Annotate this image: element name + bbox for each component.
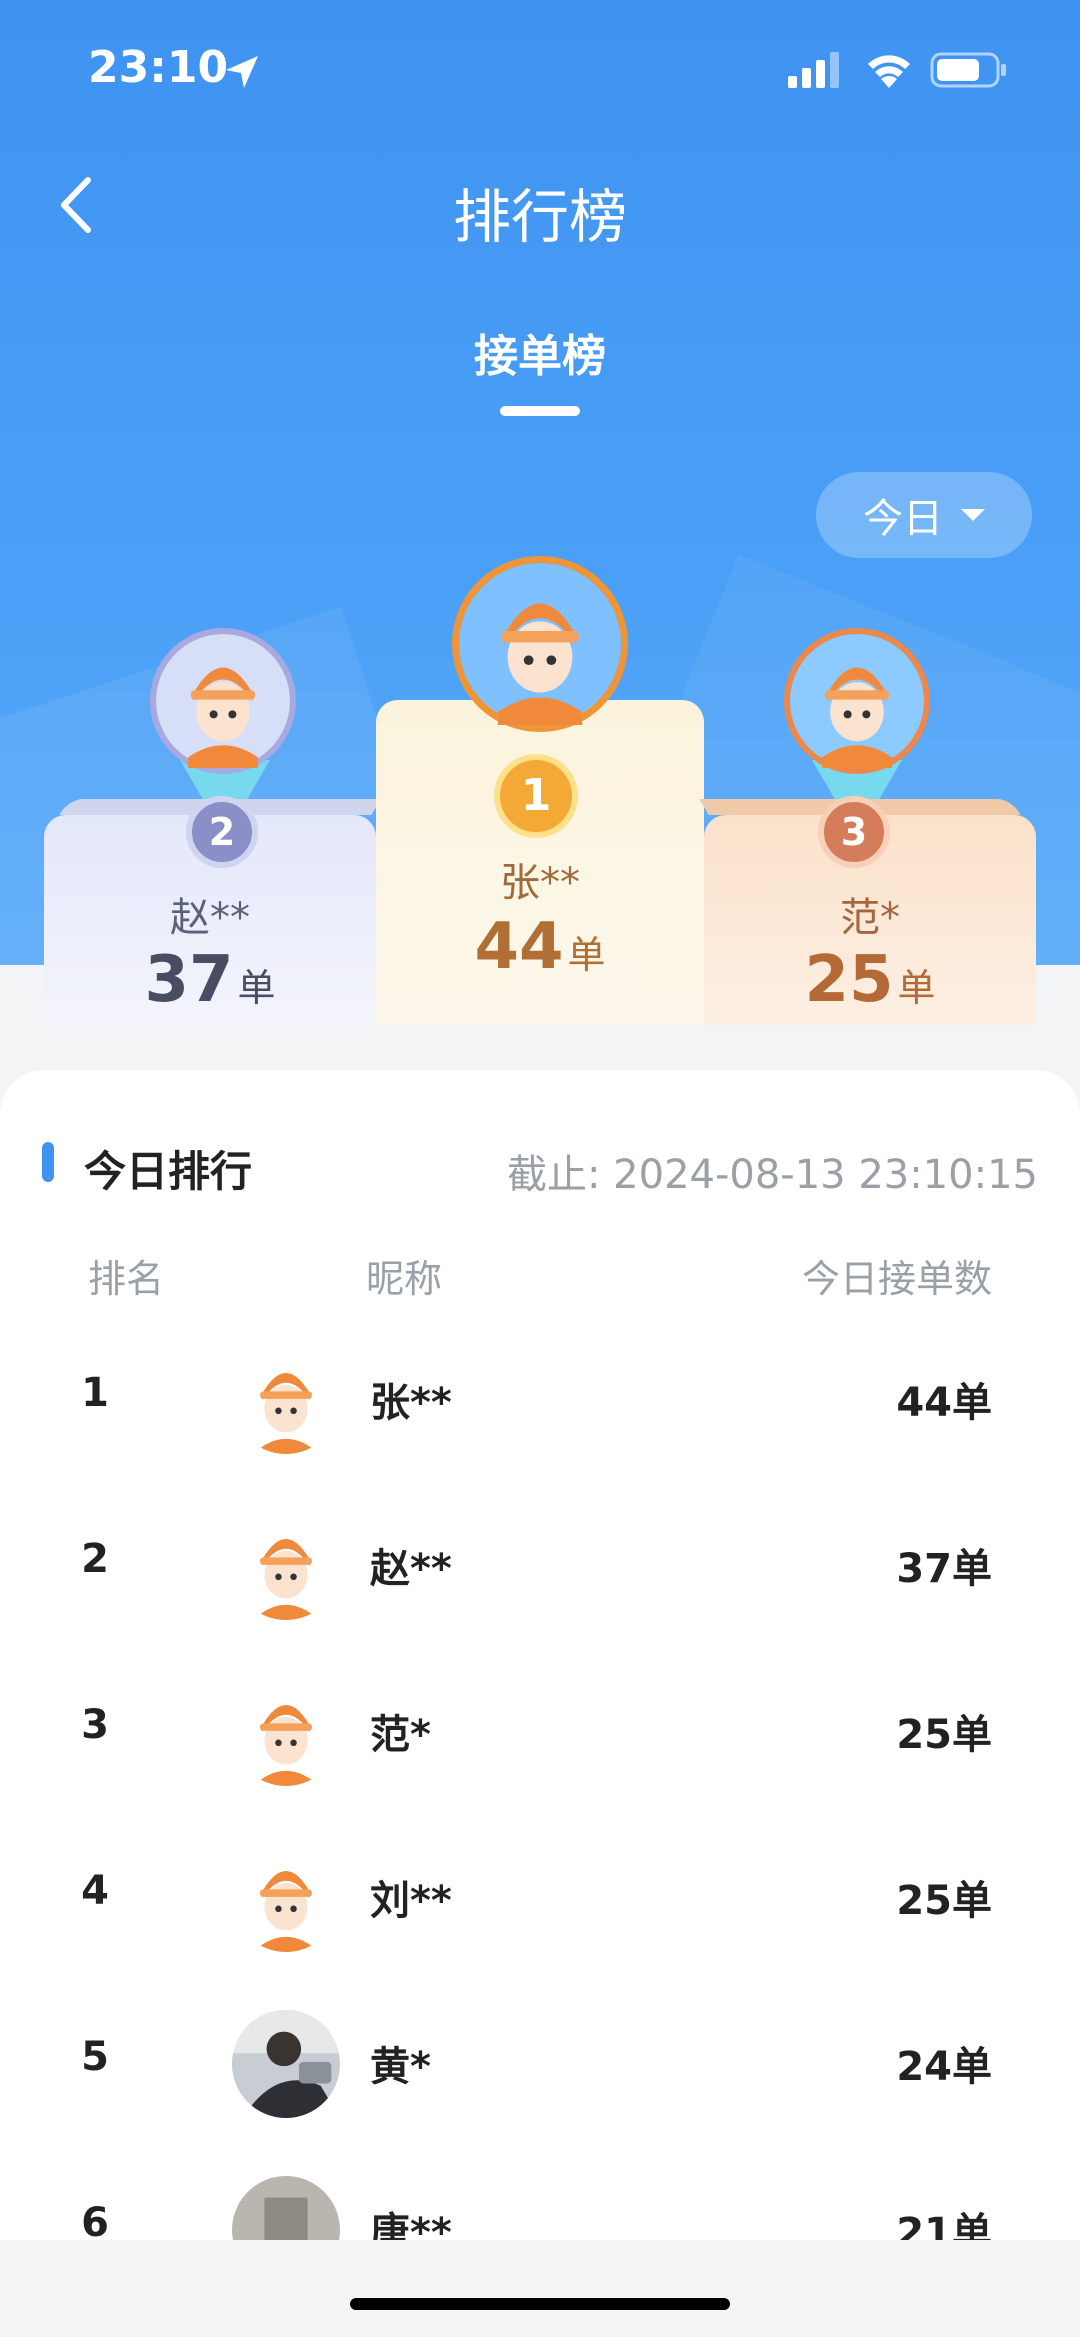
podium-third-avatar[interactable]	[784, 628, 930, 774]
period-dropdown[interactable]: 今日	[816, 472, 1032, 558]
helmet-avatar-icon	[790, 634, 924, 768]
row-name: 范*	[370, 1712, 431, 1758]
podium-first-name: 张**	[500, 860, 580, 906]
row-count: 25单	[896, 1712, 992, 1758]
helmet-avatar-icon	[232, 1346, 340, 1454]
table-row[interactable]: 1 张** 44单	[0, 1320, 1080, 1486]
podium-second-name: 赵**	[170, 895, 250, 941]
podium-first-count: 44 单	[474, 910, 606, 984]
ranking-title: 今日排行	[84, 1147, 253, 1196]
row-count: 24单	[896, 2044, 992, 2090]
table-row[interactable]: 3 范* 25单	[0, 1652, 1080, 1818]
table-row[interactable]: 4 刘** 25单	[0, 1818, 1080, 1984]
caret-down-icon	[961, 509, 985, 521]
table-row[interactable]: 5 黄* 24单	[0, 1984, 1080, 2150]
photo-avatar	[232, 2010, 340, 2118]
row-rank: 1	[81, 1370, 109, 1416]
podium-second-avatar[interactable]	[150, 628, 296, 774]
row-rank: 3	[81, 1702, 109, 1748]
battery-icon	[930, 52, 1006, 88]
tab-order-ranking[interactable]: 接单榜	[0, 320, 1080, 384]
helmet-avatar-icon	[232, 1512, 340, 1620]
home-indicator[interactable]	[350, 2298, 730, 2310]
podium-third-name: 范*	[840, 895, 900, 941]
row-name: 刘**	[370, 1878, 452, 1924]
row-name: 唐**	[370, 2210, 452, 2240]
ranking-card: 今日排行 截止: 2024-08-13 23:10:15 排名 昵称 今日接单数…	[0, 1070, 1080, 2240]
page-title: 排行榜	[452, 183, 627, 251]
wifi-icon	[868, 55, 910, 88]
status-bar: 23:10	[0, 0, 1080, 140]
row-rank: 5	[81, 2034, 109, 2080]
helmet-avatar-icon	[232, 1678, 340, 1786]
table-row[interactable]: 2 赵** 37单	[0, 1486, 1080, 1652]
row-rank: 6	[81, 2200, 109, 2240]
deadline-timestamp: 截止: 2024-08-13 23:10:15	[506, 1152, 1038, 1198]
location-arrow-icon	[226, 56, 258, 88]
podium-first-avatar[interactable]	[452, 556, 628, 732]
row-name: 张**	[370, 1380, 452, 1426]
period-dropdown-label: 今日	[863, 496, 943, 542]
helmet-avatar-icon	[232, 1844, 340, 1952]
row-count: 44单	[896, 1380, 992, 1426]
tab-active-indicator	[500, 406, 580, 416]
podium-third-count: 25 单	[804, 943, 936, 1017]
row-count: 21单	[896, 2210, 992, 2240]
ranking-list: 1 张** 44单 2 赵** 37单 3 范* 25单 4 刘** 25单 5…	[0, 1320, 1080, 2240]
podium-first: 张** 44 单	[376, 700, 704, 1025]
section-accent-bar	[42, 1142, 54, 1182]
row-count: 25单	[896, 1878, 992, 1924]
helmet-avatar-icon	[156, 634, 290, 768]
column-header-count: 今日接单数	[801, 1257, 992, 1301]
status-time: 23:10	[88, 42, 229, 93]
medal-third-icon: 3	[818, 796, 890, 868]
row-name: 黄*	[370, 2044, 431, 2090]
row-rank: 2	[81, 1536, 109, 1582]
medal-second-icon: 2	[186, 796, 258, 868]
column-header-nickname: 昵称	[366, 1257, 443, 1301]
row-name: 赵**	[370, 1546, 452, 1592]
table-row[interactable]: 6 唐** 21单	[0, 2150, 1080, 2240]
column-header-rank: 排名	[88, 1257, 165, 1301]
medal-first-icon: 1	[494, 754, 578, 838]
helmet-avatar-icon	[459, 563, 621, 725]
row-rank: 4	[81, 1868, 109, 1914]
photo-avatar	[232, 2176, 340, 2240]
podium-second-count: 37 单	[144, 943, 276, 1017]
cellular-signal-icon	[788, 52, 839, 88]
row-count: 37单	[896, 1546, 992, 1592]
